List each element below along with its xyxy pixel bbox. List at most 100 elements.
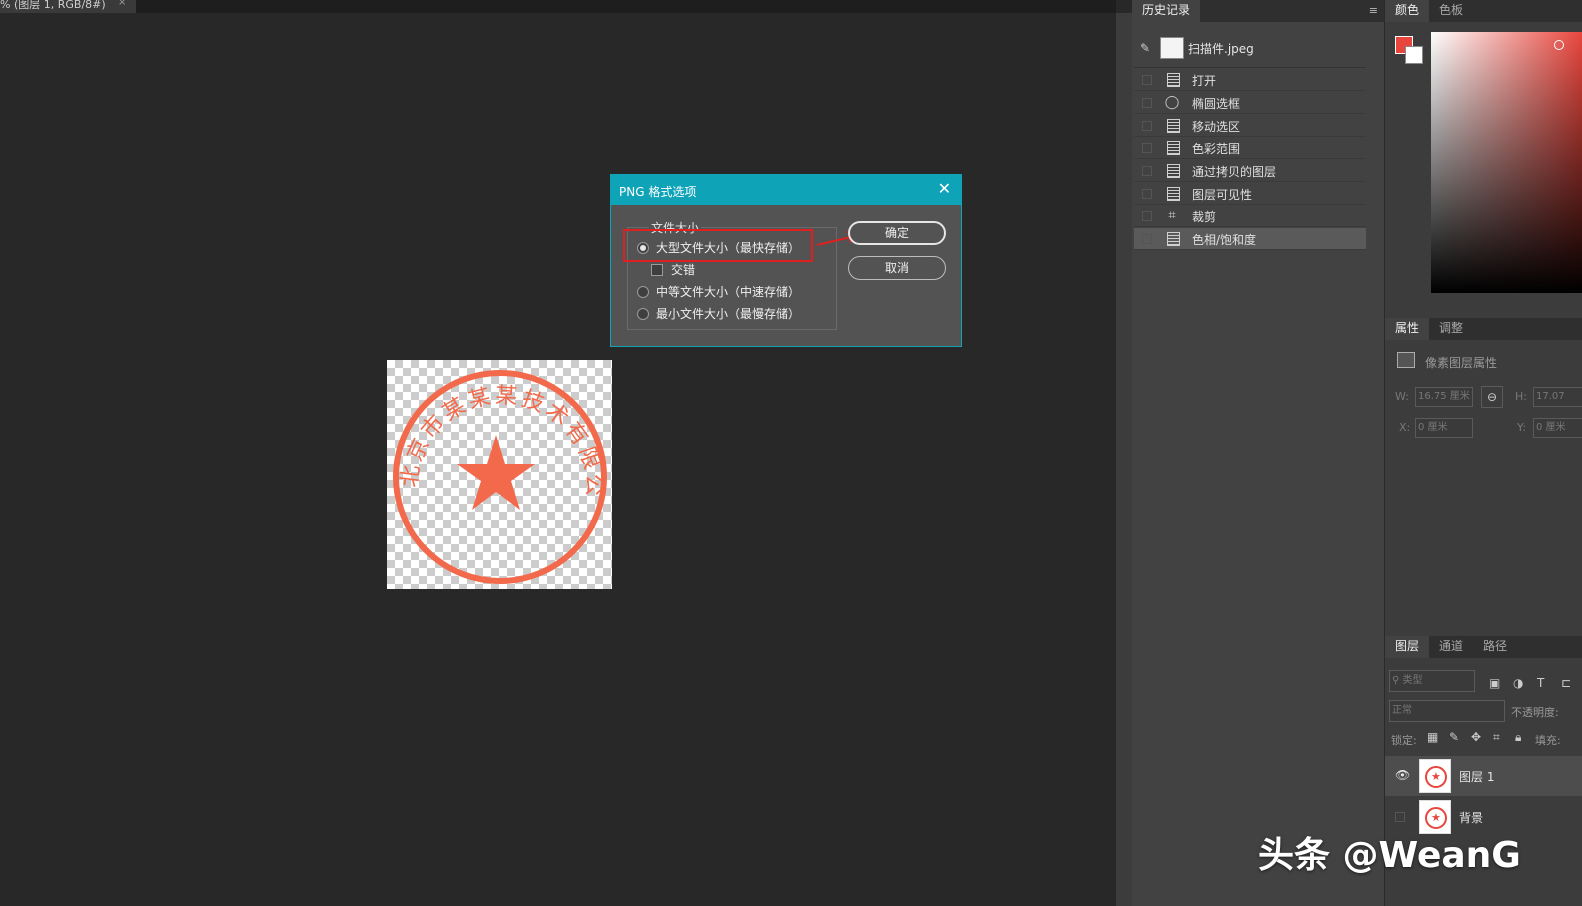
blend-mode-select[interactable]: 正常 xyxy=(1389,700,1505,722)
history-item[interactable]: 移动选区 xyxy=(1134,115,1366,137)
dialog-title: PNG 格式选项 xyxy=(619,185,697,199)
divider xyxy=(1134,67,1366,68)
height-label: H: xyxy=(1515,390,1527,403)
history-tabbar: 历史记录 ≡ xyxy=(1132,0,1384,22)
link-icon[interactable]: ⊖ xyxy=(1481,386,1503,408)
lock-all-icon[interactable]: 🔒︎ xyxy=(1515,730,1521,745)
layer-name[interactable]: 图层 1 xyxy=(1459,768,1494,785)
right-dock: 颜色 色板 属性 调整 像素图层属性 W: 16.75 厘米 ⊖ H: 17.0… xyxy=(1384,0,1582,906)
radio-icon[interactable] xyxy=(637,307,649,320)
cancel-button[interactable]: 取消 xyxy=(848,256,946,280)
radio-small-file[interactable]: 最小文件大小（最慢存储） xyxy=(637,305,800,322)
document-tab-bar: % (图层 1, RGB/8#) × xyxy=(0,0,1116,13)
history-item-label: 通过拷贝的图层 xyxy=(1192,165,1277,179)
y-field[interactable]: 0 厘米 xyxy=(1533,418,1582,438)
lock-label: 锁定: xyxy=(1391,734,1417,747)
layer-row[interactable]: 👁︎ ★ 图层 1 xyxy=(1385,756,1582,796)
tab-history[interactable]: 历史记录 xyxy=(1132,0,1201,22)
doc-icon xyxy=(1167,187,1180,201)
history-brush-source-toggle[interactable] xyxy=(1142,98,1152,108)
lock-transparency-icon[interactable]: ▦ xyxy=(1427,730,1438,744)
document-tab[interactable]: % (图层 1, RGB/8#) × xyxy=(0,0,136,13)
lock-position-icon[interactable]: ✥ xyxy=(1471,730,1481,744)
properties-tabbar: 属性 调整 xyxy=(1385,318,1582,340)
history-brush-source-toggle[interactable] xyxy=(1142,121,1152,131)
color-field[interactable] xyxy=(1431,32,1582,293)
eye-icon[interactable]: 👁︎ xyxy=(1395,768,1410,782)
history-item-label: 色相/饱和度 xyxy=(1192,233,1257,247)
tab-swatches[interactable]: 色板 xyxy=(1429,0,1473,22)
opacity-label: 不透明度: xyxy=(1511,706,1559,719)
layer-name[interactable]: 背景 xyxy=(1459,809,1483,826)
history-brush-source-toggle[interactable] xyxy=(1142,189,1152,199)
history-brush-source-toggle[interactable] xyxy=(1142,211,1152,221)
width-field[interactable]: 16.75 厘米 xyxy=(1415,387,1473,407)
history-item[interactable]: ◯ 椭圆选框 xyxy=(1134,92,1366,114)
visibility-toggle[interactable] xyxy=(1395,812,1405,822)
snapshot-label: 扫描件.jpeg xyxy=(1188,42,1254,56)
height-field[interactable]: 17.07 xyxy=(1533,387,1582,407)
color-picker-cursor[interactable] xyxy=(1554,40,1564,50)
history-item[interactable]: 图层可见性 xyxy=(1134,183,1366,205)
history-brush-source-toggle[interactable] xyxy=(1142,75,1152,85)
adjustment-filter-icon[interactable]: ◑ xyxy=(1513,676,1523,690)
canvas-scrollbar[interactable] xyxy=(1116,13,1132,906)
doc-icon xyxy=(1167,73,1180,87)
filter-label: 类型 xyxy=(1402,675,1423,686)
doc-icon xyxy=(1167,232,1180,246)
history-brush-source-toggle[interactable] xyxy=(1142,234,1152,244)
tab-color[interactable]: 颜色 xyxy=(1385,0,1430,22)
dialog-titlebar[interactable]: PNG 格式选项 ✕ xyxy=(611,175,961,205)
y-label: Y: xyxy=(1517,421,1526,434)
layer-filter-select[interactable]: ⚲ 类型 xyxy=(1389,670,1475,692)
checkbox-icon[interactable] xyxy=(651,263,663,276)
checkbox-interlaced[interactable]: 交错 xyxy=(651,261,695,278)
text-filter-icon[interactable]: T xyxy=(1537,676,1544,690)
history-brush-source-toggle[interactable] xyxy=(1142,166,1152,176)
history-item-selected[interactable]: 色相/饱和度 xyxy=(1134,228,1366,250)
history-snapshot[interactable]: ✎ 扫描件.jpeg xyxy=(1136,30,1366,66)
layers-tabbar: 图层 通道 路径 xyxy=(1385,636,1582,658)
close-icon[interactable]: ✕ xyxy=(938,179,951,198)
tab-paths[interactable]: 路径 xyxy=(1473,636,1517,658)
doc-icon xyxy=(1167,164,1180,178)
history-brush-icon[interactable]: ✎ xyxy=(1140,41,1150,55)
radio-icon[interactable] xyxy=(637,285,649,298)
image-filter-icon[interactable]: ▣ xyxy=(1489,676,1500,690)
history-brush-source-toggle[interactable] xyxy=(1142,143,1152,153)
history-item-label: 移动选区 xyxy=(1192,120,1241,134)
document-tab-title: % (图层 1, RGB/8#) xyxy=(0,0,106,11)
option-label: 中等文件大小（中速存储） xyxy=(656,285,801,299)
crop-icon: ⌗ xyxy=(1168,208,1176,223)
history-item-label: 色彩范围 xyxy=(1192,142,1241,156)
tab-adjustments[interactable]: 调整 xyxy=(1429,318,1473,340)
doc-icon xyxy=(1167,141,1180,155)
ellipse-marquee-icon: ◯ xyxy=(1164,95,1180,110)
tab-layers[interactable]: 图层 xyxy=(1385,636,1430,658)
lock-paint-icon[interactable]: ✎ xyxy=(1449,730,1459,744)
close-icon[interactable]: × xyxy=(118,0,126,8)
x-field[interactable]: 0 厘米 xyxy=(1415,418,1473,438)
stamp-star xyxy=(457,435,535,510)
history-item[interactable]: 打开 xyxy=(1134,69,1366,91)
snapshot-thumbnail xyxy=(1160,37,1184,59)
background-color-swatch[interactable] xyxy=(1405,46,1423,64)
annotation-highlight-box xyxy=(623,229,813,262)
history-item-label: 打开 xyxy=(1192,74,1217,88)
history-item[interactable]: 通过拷贝的图层 xyxy=(1134,160,1366,182)
search-icon: ⚲ xyxy=(1392,675,1403,686)
ok-button[interactable]: 确定 xyxy=(848,221,946,245)
panel-menu-icon[interactable]: ≡ xyxy=(1369,4,1378,17)
canvas-image[interactable]: 北京市某某某技术有限公司 xyxy=(376,340,612,589)
tab-channels[interactable]: 通道 xyxy=(1429,636,1473,658)
doc-icon xyxy=(1167,119,1180,133)
tab-properties[interactable]: 属性 xyxy=(1385,318,1430,340)
width-label: W: xyxy=(1395,390,1409,403)
history-item[interactable]: ⌗ 裁剪 xyxy=(1134,205,1366,227)
history-item[interactable]: 色彩范围 xyxy=(1134,137,1366,159)
lock-artboard-icon[interactable]: ⌗ xyxy=(1493,730,1500,745)
radio-medium-file[interactable]: 中等文件大小（中速存储） xyxy=(637,283,800,300)
shape-filter-icon[interactable]: ⊏ xyxy=(1561,676,1571,690)
x-label: X: xyxy=(1399,421,1411,434)
history-item-label: 椭圆选框 xyxy=(1192,97,1241,111)
